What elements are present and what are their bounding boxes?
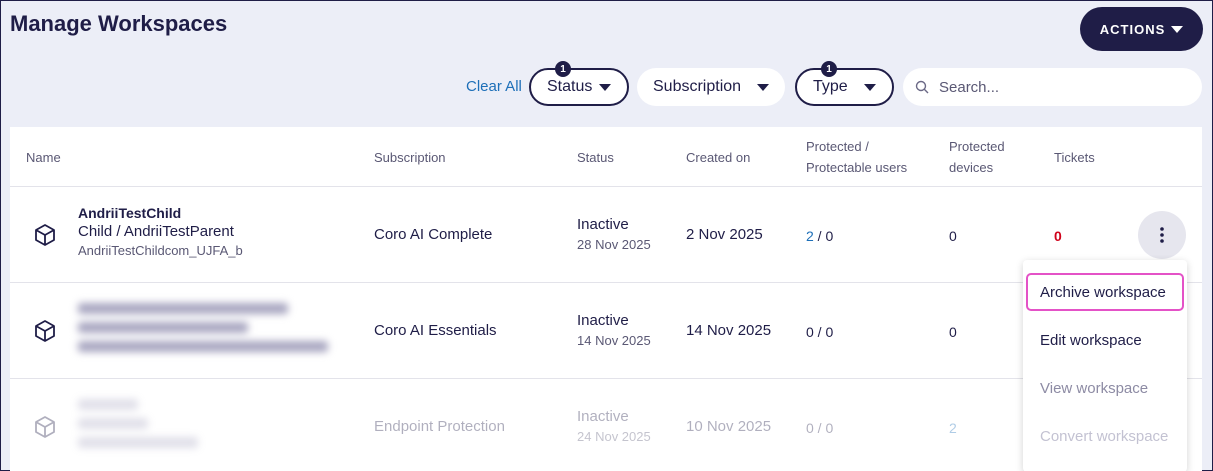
type-filter[interactable]: 1 Type (795, 61, 894, 106)
protected-users-link[interactable]: 2 (806, 228, 814, 244)
column-header-protected-devices-line1: Protected (949, 139, 1005, 154)
devices-cell: 0 (949, 228, 957, 244)
created-on-cell: 14 Nov 2025 (686, 322, 772, 339)
created-on-cell: 2 Nov 2025 (686, 226, 763, 243)
status-date: 28 Nov 2025 (577, 237, 651, 252)
column-header-protected-users-line2: Protectable users (806, 160, 908, 175)
clear-all-link[interactable]: Clear All (466, 78, 522, 95)
row-menu-button[interactable] (1138, 211, 1186, 259)
column-header-subscription[interactable]: Subscription (374, 147, 446, 168)
column-header-protected-users[interactable]: Protected / Protectable users (806, 136, 907, 178)
status-cell: Inactive (577, 312, 629, 329)
column-header-created-on[interactable]: Created on (686, 147, 750, 168)
search-box[interactable] (903, 68, 1202, 106)
subscription-cell: Coro AI Complete (374, 226, 493, 243)
divider (10, 186, 1202, 187)
status-filter-label: Status (547, 78, 593, 95)
column-header-protected-users-line1: Protected / (806, 139, 869, 154)
users-cell: 2 / 0 (806, 228, 833, 244)
status-date: 14 Nov 2025 (577, 333, 651, 348)
type-filter-badge: 1 (821, 61, 837, 77)
page-title: Manage Workspaces (10, 11, 228, 36)
users-cell: 0 / 0 (806, 324, 834, 340)
cube-icon (35, 224, 55, 246)
more-vertical-icon (1160, 227, 1164, 243)
view-workspace-menu-item[interactable]: View workspace (1026, 369, 1184, 407)
chevron-down-icon (864, 83, 876, 91)
cube-icon (35, 320, 55, 342)
type-filter-label: Type (813, 78, 848, 95)
workspace-name[interactable]: AndriiTestChild (78, 205, 243, 221)
column-header-status[interactable]: Status (577, 147, 614, 168)
created-on-cell: 10 Nov 2025 (686, 418, 772, 435)
protectable-users: / 0 (813, 228, 834, 244)
subscription-cell: Endpoint Protection (374, 418, 505, 435)
blurred-workspace-name (78, 399, 208, 456)
tickets-cell[interactable]: 0 (1054, 228, 1062, 244)
status-filter[interactable]: 1 Status (529, 61, 629, 106)
subscription-filter-label: Subscription (653, 78, 742, 95)
column-header-name[interactable]: Name (26, 147, 61, 168)
chevron-down-icon (757, 83, 769, 91)
status-cell: Inactive (577, 408, 629, 425)
status-date: 24 Nov 2025 (577, 429, 651, 444)
devices-cell[interactable]: 2 (949, 420, 957, 436)
workspace-id: AndriiTestChildcom_UJFA_b (78, 243, 243, 258)
search-icon (915, 80, 929, 94)
search-input[interactable] (939, 78, 1179, 96)
subscription-filter[interactable]: Subscription (637, 68, 785, 106)
blurred-workspace-name (78, 303, 328, 360)
status-cell: Inactive (577, 216, 629, 233)
column-header-protected-devices-line2: devices (949, 160, 994, 175)
status-filter-badge: 1 (555, 61, 571, 77)
convert-workspace-menu-item[interactable]: Convert workspace (1026, 417, 1184, 455)
column-header-protected-devices[interactable]: Protected devices (949, 136, 1005, 178)
cube-icon (35, 416, 55, 438)
devices-cell: 0 (949, 324, 957, 340)
actions-button-label: ACTIONS (1099, 21, 1166, 37)
edit-workspace-menu-item[interactable]: Edit workspace (1026, 321, 1184, 359)
archive-workspace-menu-item[interactable]: Archive workspace (1026, 273, 1184, 311)
caret-down-icon (1171, 25, 1184, 33)
subscription-cell: Coro AI Essentials (374, 322, 497, 339)
chevron-down-icon (599, 83, 611, 91)
users-cell: 0 / 0 (806, 420, 834, 436)
row-context-menu: Archive workspace Edit workspace View wo… (1023, 260, 1187, 471)
actions-button[interactable]: ACTIONS (1080, 7, 1203, 51)
column-header-tickets[interactable]: Tickets (1054, 147, 1095, 168)
workspace-hierarchy: Child / AndriiTestParent (78, 223, 234, 240)
